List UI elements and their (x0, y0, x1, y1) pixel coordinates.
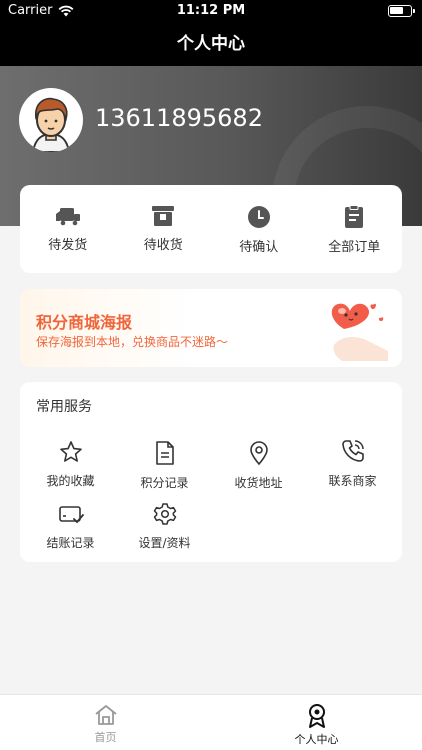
service-shipping-address[interactable]: 收货地址 (211, 440, 306, 491)
star-icon (59, 441, 82, 462)
phone-icon (341, 440, 364, 462)
service-label: 积分记录 (140, 476, 189, 490)
banner-subtitle: 保存海报到本地，兑换商品不迷路～ (36, 335, 229, 349)
service-label: 结账记录 (46, 536, 95, 550)
order-label: 待发货 (48, 238, 88, 253)
order-label: 待确认 (239, 240, 279, 255)
service-favorites[interactable]: 我的收藏 (23, 440, 118, 489)
orders-card: 待发货 待收货 待确认 全部订单 (20, 185, 402, 273)
settings-icon (153, 503, 176, 525)
order-pending-confirm[interactable]: 待确认 (211, 185, 307, 273)
tab-label: 个人中心 (294, 733, 339, 746)
user-phone: 13611895682 (95, 104, 263, 132)
order-label: 待收货 (143, 238, 183, 253)
page-title: 个人中心 (177, 34, 245, 54)
order-pending-receipt[interactable]: 待收货 (116, 185, 212, 273)
document-icon (155, 441, 174, 465)
service-label: 收货地址 (234, 476, 283, 490)
avatar-face-icon (31, 97, 71, 152)
clipboard-icon (345, 205, 364, 228)
nav-bar: 个人中心 (0, 22, 422, 66)
services-title: 常用服务 (36, 399, 92, 415)
service-points-record[interactable]: 积分记录 (117, 440, 212, 491)
order-label: 全部订单 (328, 240, 381, 255)
tab-bar: 首页 个人中心 (0, 694, 422, 750)
order-pending-shipment[interactable]: 待发货 (20, 185, 116, 273)
box-icon (152, 206, 175, 226)
clock-icon (247, 206, 270, 228)
home-icon (94, 705, 117, 725)
service-contact-merchant[interactable]: 联系商家 (305, 438, 400, 489)
payment-card-icon (58, 506, 84, 524)
status-bar: Carrier 11:12 PM (0, 0, 422, 22)
tab-label: 首页 (94, 731, 117, 744)
tab-home[interactable]: 首页 (0, 695, 211, 750)
service-label: 我的收藏 (46, 474, 95, 488)
common-services-card: 常用服务 我的收藏 积分记录 收货地址 联系商家 结账记录 设置/资料 (20, 382, 402, 562)
location-icon (249, 441, 268, 466)
truck-icon (55, 208, 80, 226)
service-settings[interactable]: 设置/资料 (117, 502, 212, 551)
service-label: 联系商家 (328, 474, 377, 488)
avatar[interactable] (19, 88, 83, 152)
battery-icon (388, 5, 415, 17)
tab-profile[interactable]: 个人中心 (211, 695, 422, 750)
banner-title: 积分商城海报 (36, 313, 133, 332)
status-time: 11:12 PM (176, 3, 246, 18)
service-label: 设置/资料 (138, 536, 191, 550)
heart-hand-icon (331, 303, 388, 361)
order-all[interactable]: 全部订单 (307, 185, 403, 273)
service-checkout-record[interactable]: 结账记录 (23, 504, 118, 551)
profile-icon (308, 704, 325, 728)
points-mall-banner[interactable]: 积分商城海报 保存海报到本地，兑换商品不迷路～ (20, 289, 402, 367)
